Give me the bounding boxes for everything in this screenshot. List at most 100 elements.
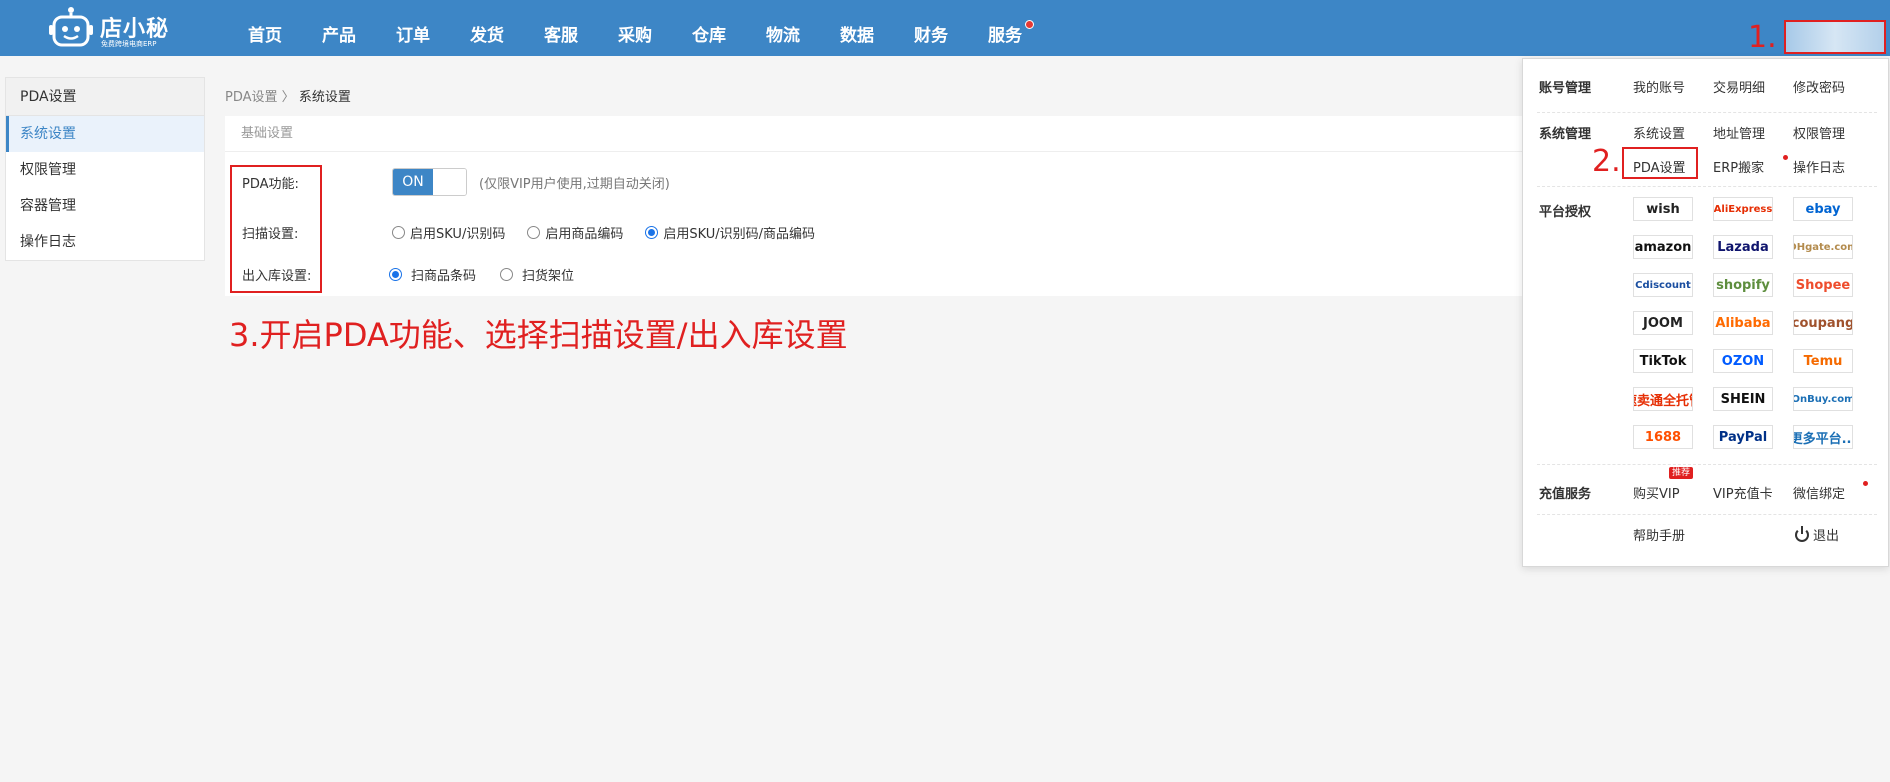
platform-logo-3[interactable]: amazon xyxy=(1633,235,1693,259)
breadcrumb-parent[interactable]: PDA设置 xyxy=(225,90,278,105)
inout-option-barcode[interactable]: 扫商品条码 xyxy=(389,265,476,284)
inout-option-shelf[interactable]: 扫货架位 xyxy=(500,265,574,284)
platform-logo-12[interactable]: TikTok xyxy=(1633,349,1693,373)
annotation-step-1: 1. xyxy=(1748,20,1777,55)
platform-logo-15[interactable]: 速卖通全托管 xyxy=(1633,387,1693,411)
annotation-highlight-pda xyxy=(1622,147,1698,179)
main-nav: 首页 产品 订单 发货 客服 采购 仓库 物流 数据 财务 服务 xyxy=(228,0,1042,56)
platform-logo-19[interactable]: PayPal xyxy=(1713,425,1773,449)
nav-warehouse[interactable]: 仓库 xyxy=(672,0,746,56)
section-recharge: 充值服务 购买VIP 推荐 VIP充值卡 微信绑定 xyxy=(1537,465,1877,515)
sidebar: PDA设置 系统设置 权限管理 容器管理 操作日志 xyxy=(5,77,205,261)
link-erp-migration[interactable]: ERP搬家 xyxy=(1713,157,1764,176)
recommend-badge: 推荐 xyxy=(1669,467,1694,479)
toggle-on-label: ON xyxy=(393,169,433,195)
nav-services[interactable]: 服务 xyxy=(968,0,1042,56)
link-buy-vip[interactable]: 购买VIP xyxy=(1633,483,1680,502)
account-dropdown: 账号管理 我的账号 交易明细 修改密码 系统管理 系统设置 地址管理 权限管理 … xyxy=(1522,58,1889,567)
platform-logo-4[interactable]: Lazada xyxy=(1713,235,1773,259)
platform-logo-13[interactable]: OZON xyxy=(1713,349,1773,373)
platform-logo-1[interactable]: AliExpress xyxy=(1713,197,1773,221)
link-vip-card[interactable]: VIP充值卡 xyxy=(1713,483,1773,502)
annotation-step-3: 3.开启PDA功能、选择扫描设置/出入库设置 xyxy=(229,316,848,354)
link-transactions[interactable]: 交易明细 xyxy=(1713,77,1765,96)
platform-logo-9[interactable]: JOOM xyxy=(1633,311,1693,335)
settings-panel: 基础设置 PDA功能: ON (仅限VIP用户使用,过期自动关闭) 扫描设置: … xyxy=(225,116,1525,296)
radio-circle-checked xyxy=(645,225,659,239)
nav-label: 发货 xyxy=(470,26,504,46)
platform-logo-6[interactable]: Cdiscount xyxy=(1633,273,1693,297)
panel-title: 基础设置 xyxy=(225,116,1525,152)
nav-shipping[interactable]: 发货 xyxy=(450,0,524,56)
platform-logo-16[interactable]: SHEIN xyxy=(1713,387,1773,411)
logout-button[interactable]: 退出 xyxy=(1795,525,1839,544)
sidebar-item-logs[interactable]: 操作日志 xyxy=(6,224,204,260)
notification-dot xyxy=(1025,20,1034,29)
nav-customer-service[interactable]: 客服 xyxy=(524,0,598,56)
nav-label: 服务 xyxy=(988,26,1022,46)
nav-orders[interactable]: 订单 xyxy=(376,0,450,56)
link-operation-log[interactable]: 操作日志 xyxy=(1793,157,1845,176)
sidebar-title: PDA设置 xyxy=(6,78,204,116)
scan-option-product-code[interactable]: 启用商品编码 xyxy=(527,223,623,242)
nav-label: 数据 xyxy=(840,26,874,46)
nav-logistics[interactable]: 物流 xyxy=(746,0,820,56)
link-permission-management[interactable]: 权限管理 xyxy=(1793,123,1845,142)
link-wechat-bind[interactable]: 微信绑定 xyxy=(1793,483,1845,502)
platform-logo-18[interactable]: 1688 xyxy=(1633,425,1693,449)
robot-logo-icon xyxy=(49,7,93,47)
radio-label: 启用SKU/识别码 xyxy=(410,226,506,242)
platform-logo-17[interactable]: OnBuy.com xyxy=(1793,387,1853,411)
radio-label: 扫货架位 xyxy=(522,268,575,284)
pda-hint: (仅限VIP用户使用,过期自动关闭) xyxy=(479,176,670,192)
link-system-settings[interactable]: 系统设置 xyxy=(1633,123,1685,142)
account-menu-trigger[interactable] xyxy=(1784,20,1886,54)
notification-dot xyxy=(1863,481,1868,486)
nav-products[interactable]: 产品 xyxy=(302,0,376,56)
nav-finance[interactable]: 财务 xyxy=(894,0,968,56)
section-platforms: 平台授权 wish AliExpress ebay amazon Lazada DHgat… xyxy=(1537,187,1877,465)
section-title: 账号管理 xyxy=(1539,81,1592,96)
link-address-management[interactable]: 地址管理 xyxy=(1713,123,1765,142)
platform-logo-5[interactable]: DHgate.com xyxy=(1793,235,1853,259)
radio-circle xyxy=(392,225,405,239)
radio-label: 扫商品条码 xyxy=(411,268,477,284)
nav-home[interactable]: 首页 xyxy=(228,0,302,56)
platform-logo-10[interactable]: Alibaba xyxy=(1713,311,1773,335)
nav-label: 首页 xyxy=(248,26,282,46)
section-account: 账号管理 我的账号 交易明细 修改密码 xyxy=(1537,59,1877,113)
logo-subtitle: 免费跨境电商ERP xyxy=(101,40,157,48)
platform-logo-20[interactable]: 更多平台... xyxy=(1793,425,1853,449)
section-title: 系统管理 xyxy=(1539,127,1592,142)
app-logo[interactable]: 店小秘 免费跨境电商ERP xyxy=(48,5,178,51)
platform-logo-8[interactable]: Shopee xyxy=(1793,273,1853,297)
link-change-password[interactable]: 修改密码 xyxy=(1793,77,1845,96)
nav-purchasing[interactable]: 采购 xyxy=(598,0,672,56)
platform-logo-11[interactable]: coupang xyxy=(1793,311,1853,335)
pda-toggle[interactable]: ON xyxy=(392,168,467,196)
nav-data[interactable]: 数据 xyxy=(820,0,894,56)
notification-dot xyxy=(1783,155,1788,160)
nav-label: 订单 xyxy=(396,26,430,46)
platform-logo-14[interactable]: Temu xyxy=(1793,349,1853,373)
breadcrumb: PDA设置 〉 系统设置 xyxy=(225,86,351,105)
section-system: 系统管理 系统设置 地址管理 权限管理 PDA设置 ERP搬家 操作日志 xyxy=(1537,113,1877,187)
platform-logo-7[interactable]: shopify xyxy=(1713,273,1773,297)
pda-function-row: PDA功能: ON (仅限VIP用户使用,过期自动关闭) xyxy=(225,162,1525,202)
inout-settings-row: 出入库设置: 扫商品条码 扫货架位 xyxy=(225,254,1525,294)
toggle-handle xyxy=(433,169,466,195)
sidebar-item-permissions[interactable]: 权限管理 xyxy=(6,152,204,188)
platform-logo-2[interactable]: ebay xyxy=(1793,197,1853,221)
scan-option-all[interactable]: 启用SKU/识别码/商品编码 xyxy=(645,223,815,242)
scan-option-sku[interactable]: 启用SKU/识别码 xyxy=(392,223,505,242)
sidebar-item-system-settings[interactable]: 系统设置 xyxy=(6,116,204,152)
nav-label: 客服 xyxy=(544,26,578,46)
nav-label: 财务 xyxy=(914,26,948,46)
radio-label: 启用SKU/识别码/商品编码 xyxy=(663,226,816,242)
sidebar-item-containers[interactable]: 容器管理 xyxy=(6,188,204,224)
radio-label: 启用商品编码 xyxy=(545,226,624,242)
annotation-highlight-labels xyxy=(230,165,322,293)
link-my-account[interactable]: 我的账号 xyxy=(1633,77,1685,96)
link-help-manual[interactable]: 帮助手册 xyxy=(1633,525,1685,544)
platform-logo-0[interactable]: wish xyxy=(1633,197,1693,221)
